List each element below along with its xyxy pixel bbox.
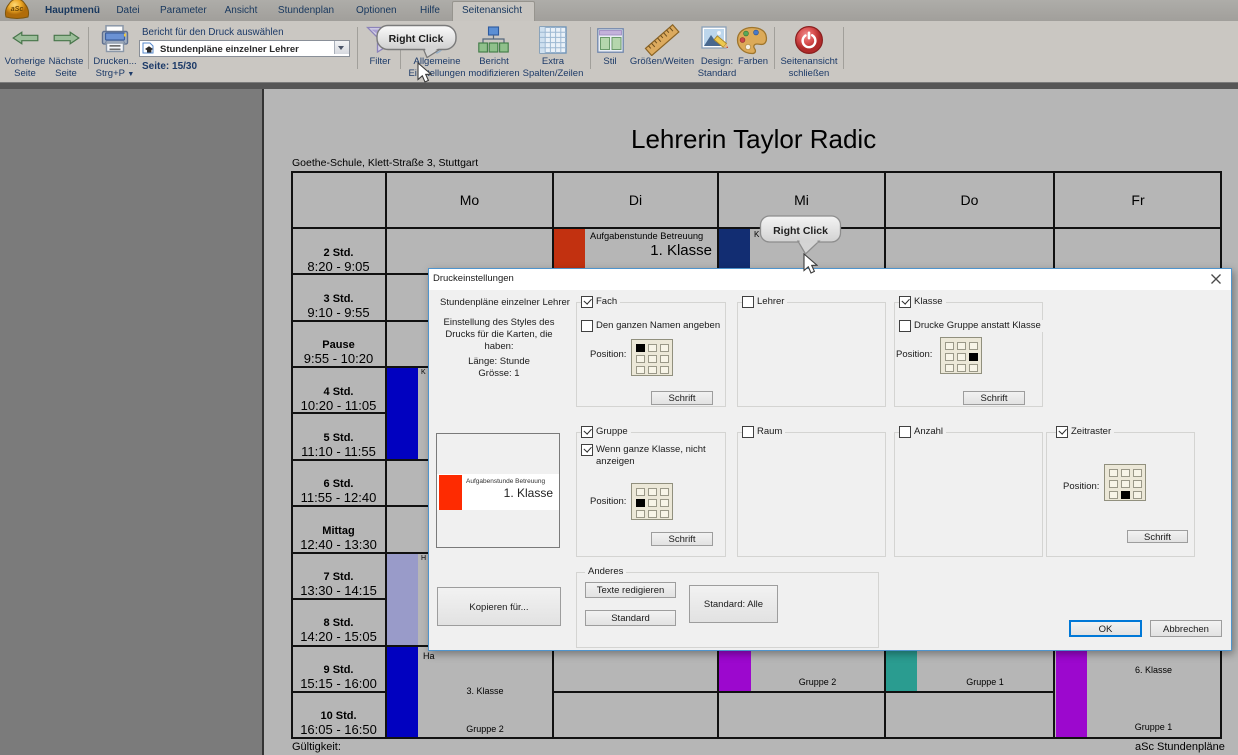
svg-text:Right Click: Right Click bbox=[773, 225, 828, 237]
svg-text:aSc: aSc bbox=[11, 6, 24, 13]
svg-text:Right Click: Right Click bbox=[389, 33, 444, 45]
